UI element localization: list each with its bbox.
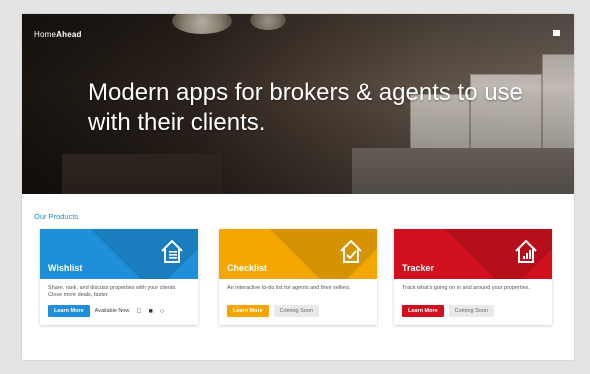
coming-soon-badge: Coming Soon: [273, 305, 319, 317]
product-card-wishlist: Wishlist Share, rank, and discuss proper…: [40, 229, 198, 325]
card-title: Tracker: [402, 263, 435, 273]
card-header: Wishlist: [40, 229, 198, 279]
section-title: Our Products: [34, 212, 79, 221]
menu-icon[interactable]: [553, 30, 560, 36]
learn-more-button[interactable]: Learn More: [48, 305, 90, 317]
apple-icon: : [136, 308, 141, 315]
house-list-icon: [161, 239, 183, 263]
card-title: Checklist: [227, 263, 268, 273]
product-card-tracker: Tracker Track what's going on in and aro…: [394, 229, 552, 325]
house-check-icon: [340, 239, 362, 263]
house-chart-icon: [515, 239, 537, 263]
hero-headline: Modern apps for brokers & agents to use …: [88, 79, 523, 136]
card-title: Wishlist: [48, 263, 83, 273]
brand-prefix: Home: [34, 30, 57, 39]
hero-banner: HomeAhead Modern apps for brokers & agen…: [22, 14, 574, 194]
card-header: Checklist: [219, 229, 377, 279]
android-icon: ■: [149, 308, 153, 315]
card-description: Share, rank, and discuss properties with…: [48, 285, 177, 298]
card-description: Track what's going on in and around your…: [402, 285, 531, 291]
web-icon: ○: [160, 308, 164, 315]
card-actions: Learn More Available Now  ■ ○: [48, 305, 164, 317]
card-description: An interactive to-do list for agents and…: [227, 285, 351, 291]
product-card-checklist: Checklist An interactive to-do list for …: [219, 229, 377, 325]
learn-more-button[interactable]: Learn More: [402, 305, 444, 317]
availability-text: Available Now: [94, 308, 130, 314]
learn-more-button[interactable]: Learn More: [227, 305, 269, 317]
card-header: Tracker: [394, 229, 552, 279]
brand-logo[interactable]: HomeAhead: [34, 30, 82, 39]
card-actions: Learn More Coming Soon: [402, 305, 494, 317]
page-frame: HomeAhead Modern apps for brokers & agen…: [22, 14, 574, 360]
brand-bold: Ahead: [56, 30, 82, 39]
card-actions: Learn More Coming Soon: [227, 305, 319, 317]
coming-soon-badge: Coming Soon: [448, 305, 494, 317]
